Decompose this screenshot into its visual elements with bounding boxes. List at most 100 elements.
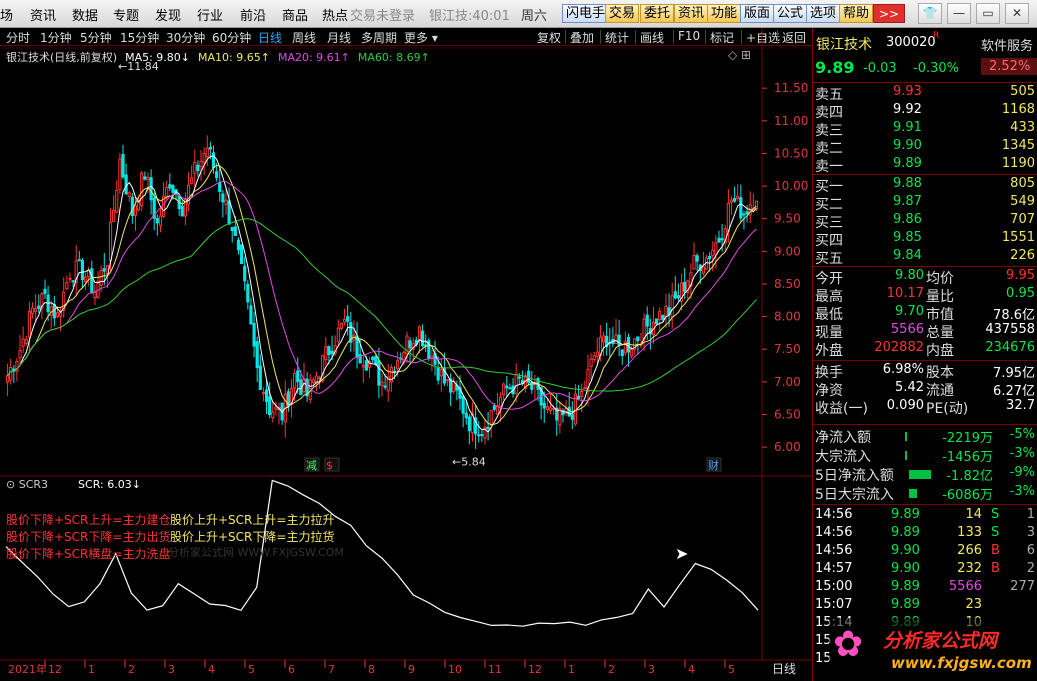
x-tick-label: 2 <box>128 663 135 676</box>
stat-label: 今开 <box>815 271 843 287</box>
candle-body <box>467 416 471 432</box>
candle-body <box>720 238 724 241</box>
candle-body <box>121 153 125 178</box>
toolbar-button[interactable]: 委托 <box>640 4 675 23</box>
tick-side: S <box>991 507 1000 522</box>
candle-body <box>595 351 599 357</box>
orderbook-volume: 433 <box>1010 120 1035 135</box>
candle-body <box>43 288 47 294</box>
toolbar-button[interactable]: 资讯 <box>674 4 709 23</box>
toolbar-button[interactable]: 选项 <box>806 4 841 23</box>
stat-value: 10.17 <box>886 286 924 301</box>
low-annotation: ←5.84 <box>452 456 486 469</box>
toolbar-button[interactable]: 帮助 <box>839 4 874 23</box>
candle-body <box>708 255 712 260</box>
tick-price: 9.89 <box>891 579 920 594</box>
candle-body <box>27 310 31 338</box>
tick-count: 6 <box>1026 543 1035 558</box>
divider <box>813 174 1037 175</box>
toolbar-button[interactable]: 公式 <box>773 4 808 23</box>
weekday: 周六 <box>521 9 548 24</box>
candle-body <box>420 330 425 347</box>
menu-item[interactable]: 数据 <box>72 5 98 24</box>
toolbar-button[interactable]: 功能 <box>707 4 742 23</box>
tick-time: 14:56 <box>815 525 853 540</box>
candle-body <box>336 327 340 343</box>
menu-item[interactable]: 专题 <box>113 5 139 24</box>
orderbook-volume: 549 <box>1010 194 1035 209</box>
menu-item[interactable]: 前沿 <box>240 5 266 24</box>
toolbar-button[interactable]: 版面 <box>740 4 775 23</box>
candle-body <box>324 346 328 361</box>
tick-time: 14:57 <box>815 561 853 576</box>
candle-body <box>180 205 184 217</box>
menu-item[interactable]: 资讯 <box>30 5 56 24</box>
candle-body <box>146 176 150 181</box>
candle-body <box>701 266 705 274</box>
candle-body <box>733 198 737 202</box>
menu-item[interactable]: 发现 <box>155 5 181 24</box>
candle-body <box>243 265 247 282</box>
candle-body <box>77 259 81 262</box>
menu-item[interactable]: 行业 <box>197 5 223 24</box>
tick-volume: 23 <box>965 597 982 612</box>
stat-label: 外盘 <box>815 343 843 359</box>
candle-body <box>502 383 506 396</box>
tick-volume: 266 <box>957 543 982 558</box>
tick-volume: 14 <box>965 507 982 522</box>
divider <box>813 266 1037 267</box>
candle-body <box>545 406 549 411</box>
candle-body <box>567 406 571 417</box>
candle-body <box>268 396 272 415</box>
minimize-icon[interactable]: — <box>947 3 971 24</box>
maximize-icon[interactable]: ▭ <box>976 3 1000 24</box>
tick-side: B <box>991 543 1000 558</box>
candle-body <box>59 312 63 317</box>
y-tick-label: 11.00 <box>774 114 808 128</box>
candle-body <box>249 305 253 325</box>
candle-body <box>271 411 275 419</box>
price-change: -0.03 <box>863 61 897 76</box>
more-toolbar-button[interactable]: >> <box>873 4 905 23</box>
orderbook-label: 卖三 <box>815 123 843 139</box>
x-tick-label: 11 <box>488 663 502 676</box>
flow-bar <box>905 451 907 460</box>
flow-pct: -5% <box>1009 427 1035 442</box>
y-tick-label: 11.50 <box>774 81 808 95</box>
close-icon[interactable]: ✕ <box>1005 3 1029 24</box>
login-status: 交易未登录 <box>350 9 416 24</box>
stat-value: 5.42 <box>895 380 924 395</box>
divider <box>813 360 1037 361</box>
menu-item[interactable]: 热点 <box>322 5 348 24</box>
candle-body <box>71 280 75 283</box>
stat-label: 股本 <box>926 365 954 381</box>
candle-body <box>645 314 649 327</box>
stat-value: 9.70 <box>895 304 924 319</box>
toolbar-button[interactable]: 闪电手 <box>562 4 610 23</box>
candle-body <box>108 221 113 262</box>
candle-body <box>239 244 244 264</box>
orderbook-price: 9.92 <box>893 102 922 117</box>
candle-body <box>658 310 662 321</box>
candle-body <box>224 199 228 205</box>
stat-label: 最低 <box>815 307 843 323</box>
x-tick-label: 12 <box>48 663 62 676</box>
candle-body <box>617 334 621 347</box>
y-tick-label: 9.00 <box>774 244 801 258</box>
candle-body <box>580 390 584 397</box>
stock-time: 银江技:40:01 <box>429 9 510 24</box>
y-tick-label: 7.50 <box>774 342 801 356</box>
divider <box>813 504 1037 505</box>
scr-value: SCR: 6.03↓ <box>78 478 141 491</box>
candle-body <box>711 249 715 257</box>
menu-item[interactable]: 商品 <box>282 5 308 24</box>
toolbar-button[interactable]: 交易 <box>605 4 640 23</box>
chart-options-icon[interactable]: ◇ ⊞ <box>728 48 751 62</box>
menu-item[interactable]: 场 <box>0 5 13 24</box>
orderbook-label: 买三 <box>815 215 843 231</box>
candle-body <box>90 268 94 294</box>
y-tick-label: 10.50 <box>774 146 808 160</box>
candle-body <box>205 147 209 158</box>
candle-body <box>464 412 468 419</box>
shirt-icon[interactable]: 👕 <box>918 3 942 24</box>
